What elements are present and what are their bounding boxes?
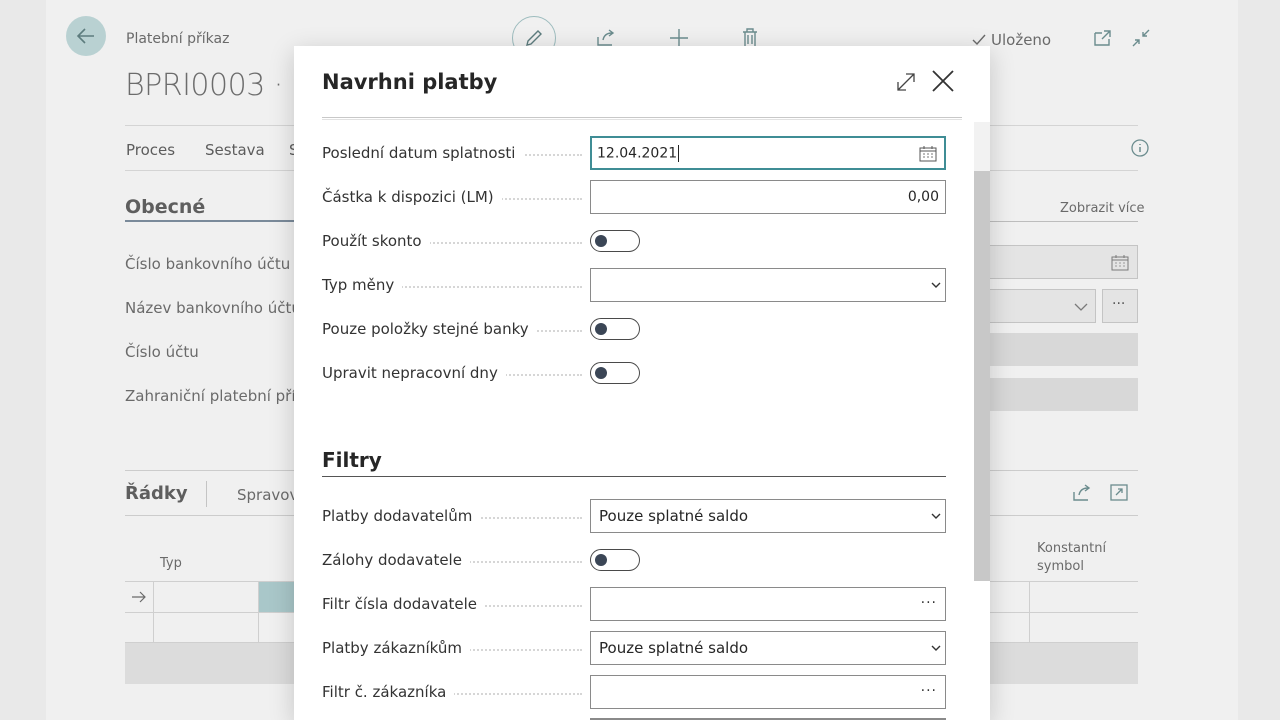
adjust-nonworking-days-row: Upravit nepracovní dny xyxy=(322,356,946,390)
toggle-knob xyxy=(595,323,607,335)
chevron-down-icon xyxy=(1074,303,1088,311)
customer-payments-row: Platby zákazníkům Pouze splatné saldo xyxy=(322,631,946,665)
expand-icon[interactable] xyxy=(894,70,918,94)
customer-payments-value: Pouze splatné saldo xyxy=(599,639,749,657)
scrollbar-thumb[interactable] xyxy=(974,171,990,581)
toggle-knob xyxy=(595,367,607,379)
grid-column-divider xyxy=(258,582,259,644)
selected-cell[interactable] xyxy=(258,582,295,612)
lines-manage-action[interactable]: Spravov xyxy=(237,486,298,504)
vendor-advances-row: Zálohy dodavatele xyxy=(322,543,946,577)
fasttab-accent xyxy=(125,220,297,222)
action-process[interactable]: Proces xyxy=(126,141,175,159)
customer-no-filter-input[interactable]: ··· xyxy=(590,675,946,709)
scrollbar-up-area[interactable] xyxy=(974,122,990,171)
dialog-header-divider xyxy=(322,117,962,120)
account-no-label: Číslo účtu xyxy=(125,343,199,361)
same-bank-only-row: Pouze položky stejné banky xyxy=(322,312,946,346)
vendor-advances-label: Zálohy dodavatele xyxy=(322,543,470,577)
available-amount-value: 0,00 xyxy=(907,189,939,205)
action-report[interactable]: Sestava xyxy=(205,141,265,159)
column-constant-symbol-line2: symbol xyxy=(1037,559,1084,574)
use-discount-toggle[interactable] xyxy=(590,230,640,252)
filters-section-divider xyxy=(322,476,946,477)
column-type[interactable]: Typ xyxy=(160,555,182,573)
page-title: BPRI0003 · I xyxy=(125,68,301,103)
filters-section-title[interactable]: Filtry xyxy=(322,448,382,472)
available-amount-row: Částka k dispozici (LM) 0,00 xyxy=(322,180,946,214)
dialog-title: Navrhni platby xyxy=(322,70,498,94)
toggle-knob xyxy=(595,554,607,566)
saved-label: Uloženo xyxy=(991,31,1052,49)
chevron-down-icon xyxy=(931,513,941,519)
row-indicator-arrow-icon xyxy=(132,591,146,603)
calendar-icon xyxy=(1111,255,1129,271)
lines-separator xyxy=(206,481,207,507)
vendor-payments-select[interactable]: Pouze splatné saldo xyxy=(590,499,946,533)
ellipsis-icon[interactable]: ··· xyxy=(921,595,937,611)
ellipsis-icon[interactable]: ··· xyxy=(921,683,937,699)
collapse-icon[interactable] xyxy=(1129,26,1153,50)
foreign-payment-order-label: Zahraniční platební přík xyxy=(125,387,305,405)
bg-lookup-button[interactable]: ··· xyxy=(1102,289,1138,323)
fasttab-general-title[interactable]: Obecné xyxy=(125,196,205,218)
vendor-no-filter-label: Filtr čísla dodavatele xyxy=(322,587,486,621)
bg-readonly-field-1 xyxy=(985,333,1138,366)
open-in-new-window-icon[interactable] xyxy=(1091,26,1115,50)
vendor-no-filter-row: Filtr čísla dodavatele ··· xyxy=(322,587,946,621)
vendor-payments-value: Pouze splatné saldo xyxy=(599,507,749,525)
vendor-payments-row: Platby dodavatelům Pouze splatné saldo xyxy=(322,499,946,533)
currency-type-row: Typ měny xyxy=(322,268,946,302)
vendor-advances-toggle[interactable] xyxy=(590,549,640,571)
same-bank-only-label: Pouze položky stejné banky xyxy=(322,312,537,346)
show-more-link[interactable]: Zobrazit více xyxy=(1060,201,1145,216)
chevron-down-icon xyxy=(931,282,941,288)
customer-payments-label: Platby zákazníkům xyxy=(322,631,471,665)
available-amount-input[interactable]: 0,00 xyxy=(590,180,946,214)
close-icon[interactable] xyxy=(930,68,956,94)
bg-date-field[interactable] xyxy=(985,245,1138,279)
use-discount-row: Použít skonto xyxy=(322,224,946,258)
chevron-down-icon xyxy=(931,645,941,651)
share-icon[interactable] xyxy=(1071,483,1093,507)
customer-no-filter-row: Filtr č. zákazníka ··· xyxy=(322,675,946,709)
bank-account-name-label: Název bankovního účtu xyxy=(125,299,301,317)
vendor-no-filter-input[interactable]: ··· xyxy=(590,587,946,621)
currency-type-select[interactable] xyxy=(590,268,946,302)
currency-type-label: Typ měny xyxy=(322,268,403,302)
ellipsis-icon: ··· xyxy=(1112,296,1126,312)
grid-column-divider xyxy=(153,582,154,644)
last-due-date-input[interactable]: 12.04.2021 xyxy=(590,136,946,170)
adjust-nonworking-days-label: Upravit nepracovní dny xyxy=(322,356,506,390)
lines-title[interactable]: Řádky xyxy=(125,483,188,504)
customer-payments-select[interactable]: Pouze splatné saldo xyxy=(590,631,946,665)
info-icon[interactable] xyxy=(1130,138,1150,162)
toggle-knob xyxy=(595,235,607,247)
last-due-date-label: Poslední datum splatnosti xyxy=(322,136,524,170)
adjust-nonworking-days-toggle[interactable] xyxy=(590,362,640,384)
suggest-payments-dialog: Navrhni platby Poslední datum splatnosti… xyxy=(294,46,990,720)
same-bank-only-toggle[interactable] xyxy=(590,318,640,340)
back-button[interactable] xyxy=(66,16,106,56)
last-due-date-row: Poslední datum splatnosti 12.04.2021 xyxy=(322,136,946,170)
page-kind-label: Platební příkaz xyxy=(126,31,230,47)
calendar-icon[interactable] xyxy=(919,145,937,163)
vendor-payments-label: Platby dodavatelům xyxy=(322,499,481,533)
available-amount-label: Částka k dispozici (LM) xyxy=(322,180,502,214)
grid-column-divider xyxy=(1029,582,1030,644)
use-discount-label: Použít skonto xyxy=(322,224,430,258)
bg-select-field[interactable] xyxy=(985,289,1096,323)
column-constant-symbol-line1: Konstantní xyxy=(1037,541,1107,556)
back-arrow-icon xyxy=(76,28,94,44)
customer-no-filter-label: Filtr č. zákazníka xyxy=(322,675,455,709)
column-constant-symbol[interactable]: Konstantní symbol xyxy=(1037,540,1106,576)
bg-readonly-field-2 xyxy=(985,378,1138,411)
bank-account-no-label: Číslo bankovního účtu xyxy=(125,255,291,273)
last-due-date-value: 12.04.2021 xyxy=(597,144,680,162)
expand-lines-icon[interactable] xyxy=(1109,483,1131,507)
